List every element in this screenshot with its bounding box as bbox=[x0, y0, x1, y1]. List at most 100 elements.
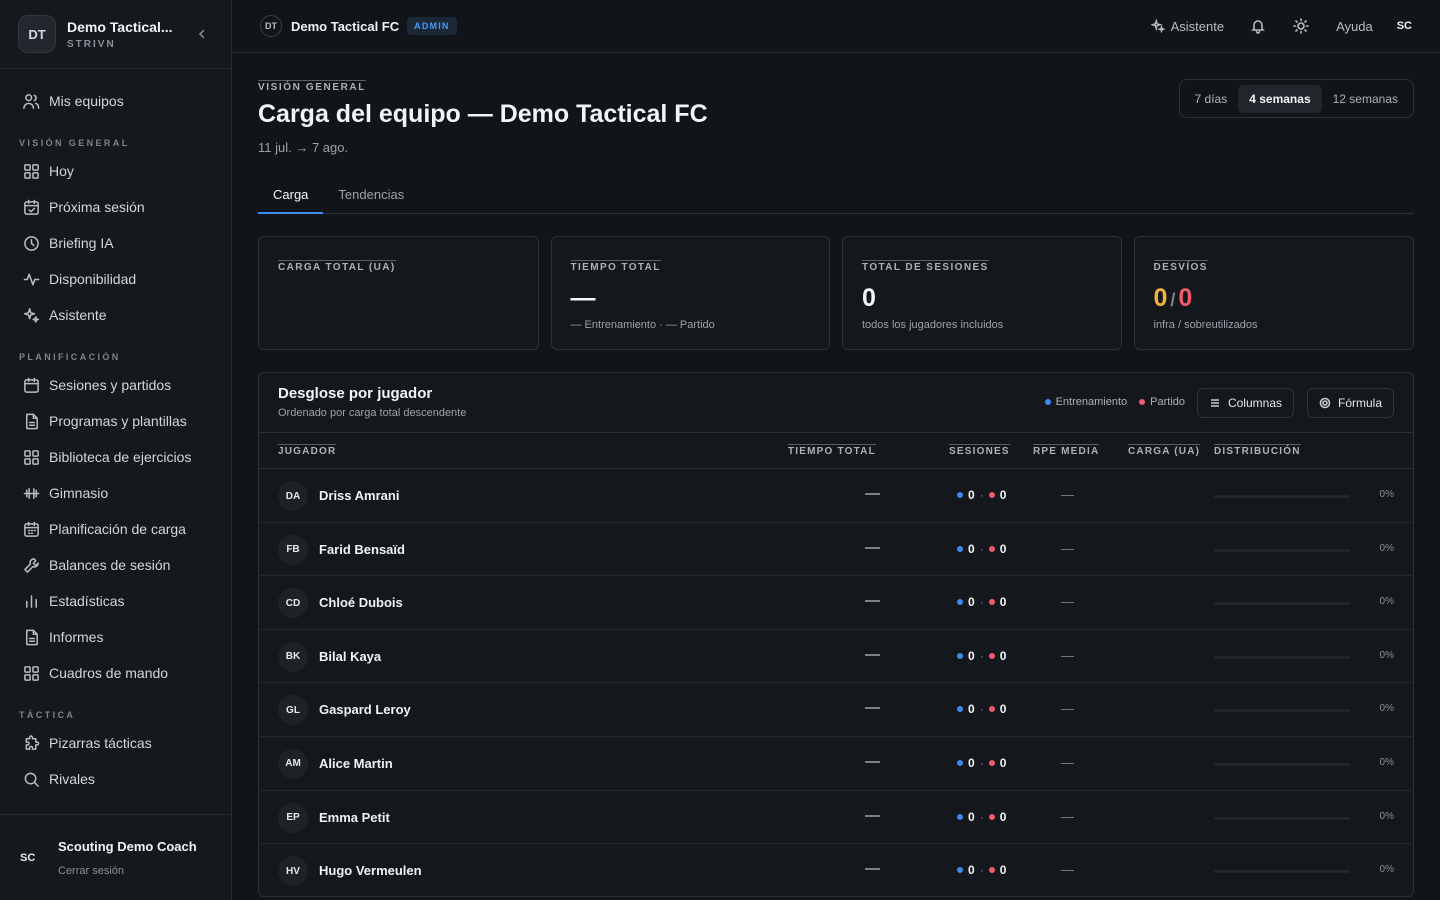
kpi-label: DESVÍOS bbox=[1153, 260, 1208, 273]
training-dot-icon bbox=[957, 867, 963, 874]
sessions-separator: · bbox=[979, 809, 984, 824]
player-breakdown-card: Desglose por jugador Ordenado por carga … bbox=[258, 372, 1414, 897]
sidebar-item-informes[interactable]: Informes bbox=[0, 619, 231, 655]
user-avatar: SC bbox=[20, 851, 36, 864]
col-load[interactable]: CARGA (UA) bbox=[1128, 444, 1201, 457]
calendar-icon bbox=[22, 376, 40, 394]
bell-icon[interactable] bbox=[1249, 17, 1267, 35]
match-dot-icon bbox=[1139, 399, 1146, 405]
sidebar-item-rivales[interactable]: Rivales bbox=[0, 761, 231, 797]
sidebar-item-briefing-ia[interactable]: Briefing IA bbox=[0, 225, 231, 261]
player-name[interactable]: Farid Bensaïd bbox=[319, 542, 405, 557]
sidebar-item-biblioteca-de-ejercicios[interactable]: Biblioteca de ejercicios bbox=[0, 439, 231, 475]
workspace-switcher[interactable]: DT Demo Tactical... STRIVN bbox=[0, 0, 231, 69]
player-name[interactable]: Hugo Vermeulen bbox=[319, 863, 422, 878]
col-distribution[interactable]: DISTRIBUCIÓN bbox=[1214, 444, 1301, 457]
collapse-sidebar-icon[interactable] bbox=[197, 27, 207, 42]
sidebar-item-disponibilidad[interactable]: Disponibilidad bbox=[0, 261, 231, 297]
sidebar-item-proxima-sesion[interactable]: Próxima sesión bbox=[0, 189, 231, 225]
sidebar-item-label: Mis equipos bbox=[49, 93, 124, 109]
sidebar-item-programas-y-plantillas[interactable]: Programas y plantillas bbox=[0, 403, 231, 439]
player-name[interactable]: Bilal Kaya bbox=[319, 649, 381, 664]
training-dot-icon bbox=[957, 706, 963, 713]
match-dot-icon bbox=[988, 545, 995, 552]
kpi-sub: todos los jugadores incluidos bbox=[862, 319, 1004, 331]
table-row[interactable]: AM Alice Martin — 0 · 0 — 0% bbox=[259, 737, 1413, 791]
dumbbell-icon bbox=[22, 484, 40, 502]
assistant-button[interactable]: Asistente bbox=[1150, 18, 1225, 34]
kpi-cards: CARGA TOTAL (UA) TIEMPO TOTAL — — Entren… bbox=[258, 236, 1414, 350]
sidebar-item-label: Rivales bbox=[49, 771, 95, 787]
bar-chart-icon bbox=[22, 592, 40, 610]
table-header: JUGADOR TIEMPO TOTAL SESIONES RPE MEDIA … bbox=[259, 433, 1413, 469]
legend-training-label: Entrenamiento bbox=[1055, 396, 1128, 408]
range-selector: 7 días 4 semanas 12 semanas bbox=[1178, 79, 1414, 118]
team-name[interactable]: Demo Tactical FC bbox=[291, 19, 399, 34]
training-sessions: 0 bbox=[968, 595, 975, 610]
table-row[interactable]: CD Chloé Dubois — 0 · 0 — 0% bbox=[259, 576, 1413, 630]
player-total-time: — bbox=[865, 645, 880, 663]
match-dot-icon bbox=[988, 652, 995, 659]
distribution-percent: 0% bbox=[1379, 489, 1394, 500]
col-total-time[interactable]: TIEMPO TOTAL bbox=[788, 444, 876, 457]
sidebar-item-hoy[interactable]: Hoy bbox=[0, 153, 231, 189]
calendar-grid-icon bbox=[22, 520, 40, 538]
activity-icon bbox=[22, 270, 40, 288]
table-row[interactable]: GL Gaspard Leroy — 0 · 0 — 0% bbox=[259, 683, 1413, 737]
assistant-label: Asistente bbox=[1170, 18, 1225, 34]
table-row[interactable]: EP Emma Petit — 0 · 0 — 0% bbox=[259, 791, 1413, 845]
sidebar-item-estadisticas[interactable]: Estadísticas bbox=[0, 583, 231, 619]
player-name[interactable]: Driss Amrani bbox=[319, 488, 399, 503]
sessions-separator: · bbox=[979, 488, 984, 502]
match-dot-icon bbox=[988, 706, 995, 713]
match-sessions: 0 bbox=[999, 595, 1007, 610]
logout-link[interactable]: Cerrar sesión bbox=[58, 865, 197, 877]
training-dot-icon bbox=[957, 545, 963, 552]
tab-carga[interactable]: Carga bbox=[258, 179, 324, 214]
grid-icon bbox=[22, 448, 40, 466]
sidebar-item-cuadros-de-mando[interactable]: Cuadros de mando bbox=[0, 655, 231, 691]
distribution-percent: 0% bbox=[1379, 864, 1394, 876]
col-player[interactable]: JUGADOR bbox=[278, 444, 337, 457]
user-menu[interactable]: SC Scouting Demo Coach Cerrar sesión bbox=[0, 814, 231, 900]
distribution-percent: 0% bbox=[1379, 810, 1394, 822]
breakdown-header: Desglose por jugador Ordenado por carga … bbox=[259, 373, 1413, 433]
distribution-bar bbox=[1214, 602, 1350, 606]
kpi-total-sessions: TOTAL DE SESIONES 0 todos los jugadores … bbox=[842, 236, 1122, 350]
training-sessions: 0 bbox=[968, 648, 975, 663]
sidebar-item-planificacion-de-carga[interactable]: Planificación de carga bbox=[0, 511, 231, 547]
sidebar-item-balances-de-sesion[interactable]: Balances de sesión bbox=[0, 547, 231, 583]
sidebar-item-gimnasio[interactable]: Gimnasio bbox=[0, 475, 231, 511]
table-row[interactable]: FB Farid Bensaïd — 0 · 0 — 0% bbox=[259, 523, 1413, 577]
kpi-value: — bbox=[570, 284, 596, 312]
distribution-percent: 0% bbox=[1379, 703, 1394, 715]
player-avatar: FB bbox=[278, 534, 308, 565]
col-sessions[interactable]: SESIONES bbox=[949, 444, 1010, 457]
range-12-weeks[interactable]: 12 semanas bbox=[1322, 85, 1409, 113]
player-name[interactable]: Gaspard Leroy bbox=[319, 702, 411, 717]
table-row[interactable]: DA Driss Amrani — 0 · 0 — 0% bbox=[259, 469, 1413, 523]
sidebar-item-pizarras-tacticas[interactable]: Pizarras tácticas bbox=[0, 725, 231, 761]
range-4-weeks[interactable]: 4 semanas bbox=[1238, 84, 1322, 113]
sidebar-item-label: Pizarras tácticas bbox=[49, 735, 152, 751]
range-7-days[interactable]: 7 días bbox=[1184, 85, 1239, 113]
sun-icon[interactable] bbox=[1292, 17, 1310, 35]
sidebar-item-label: Hoy bbox=[49, 163, 74, 179]
sidebar-item-asistente[interactable]: Asistente bbox=[0, 297, 231, 333]
sidebar-item-mis-equipos[interactable]: Mis equipos bbox=[0, 83, 231, 119]
sidebar-item-sesiones-y-partidos[interactable]: Sesiones y partidos bbox=[0, 367, 231, 403]
player-name[interactable]: Chloé Dubois bbox=[319, 595, 403, 610]
formula-button[interactable]: Fórmula bbox=[1306, 388, 1394, 418]
user-avatar-top[interactable]: SC bbox=[1397, 20, 1412, 32]
table-row[interactable]: BK Bilal Kaya — 0 · 0 — 0% bbox=[259, 630, 1413, 684]
player-name[interactable]: Alice Martin bbox=[319, 756, 393, 771]
sessions-separator: · bbox=[979, 863, 984, 878]
role-badge: ADMIN bbox=[407, 17, 457, 35]
player-name[interactable]: Emma Petit bbox=[319, 810, 390, 825]
columns-button[interactable]: Columnas bbox=[1196, 388, 1294, 418]
help-link[interactable]: Ayuda bbox=[1336, 19, 1373, 34]
table-row[interactable]: HV Hugo Vermeulen — 0 · 0 — 0% bbox=[259, 844, 1413, 896]
tab-tendencias[interactable]: Tendencias bbox=[323, 179, 419, 214]
sidebar-item-label: Programas y plantillas bbox=[49, 413, 187, 429]
col-rpe[interactable]: RPE MEDIA bbox=[1033, 444, 1100, 457]
